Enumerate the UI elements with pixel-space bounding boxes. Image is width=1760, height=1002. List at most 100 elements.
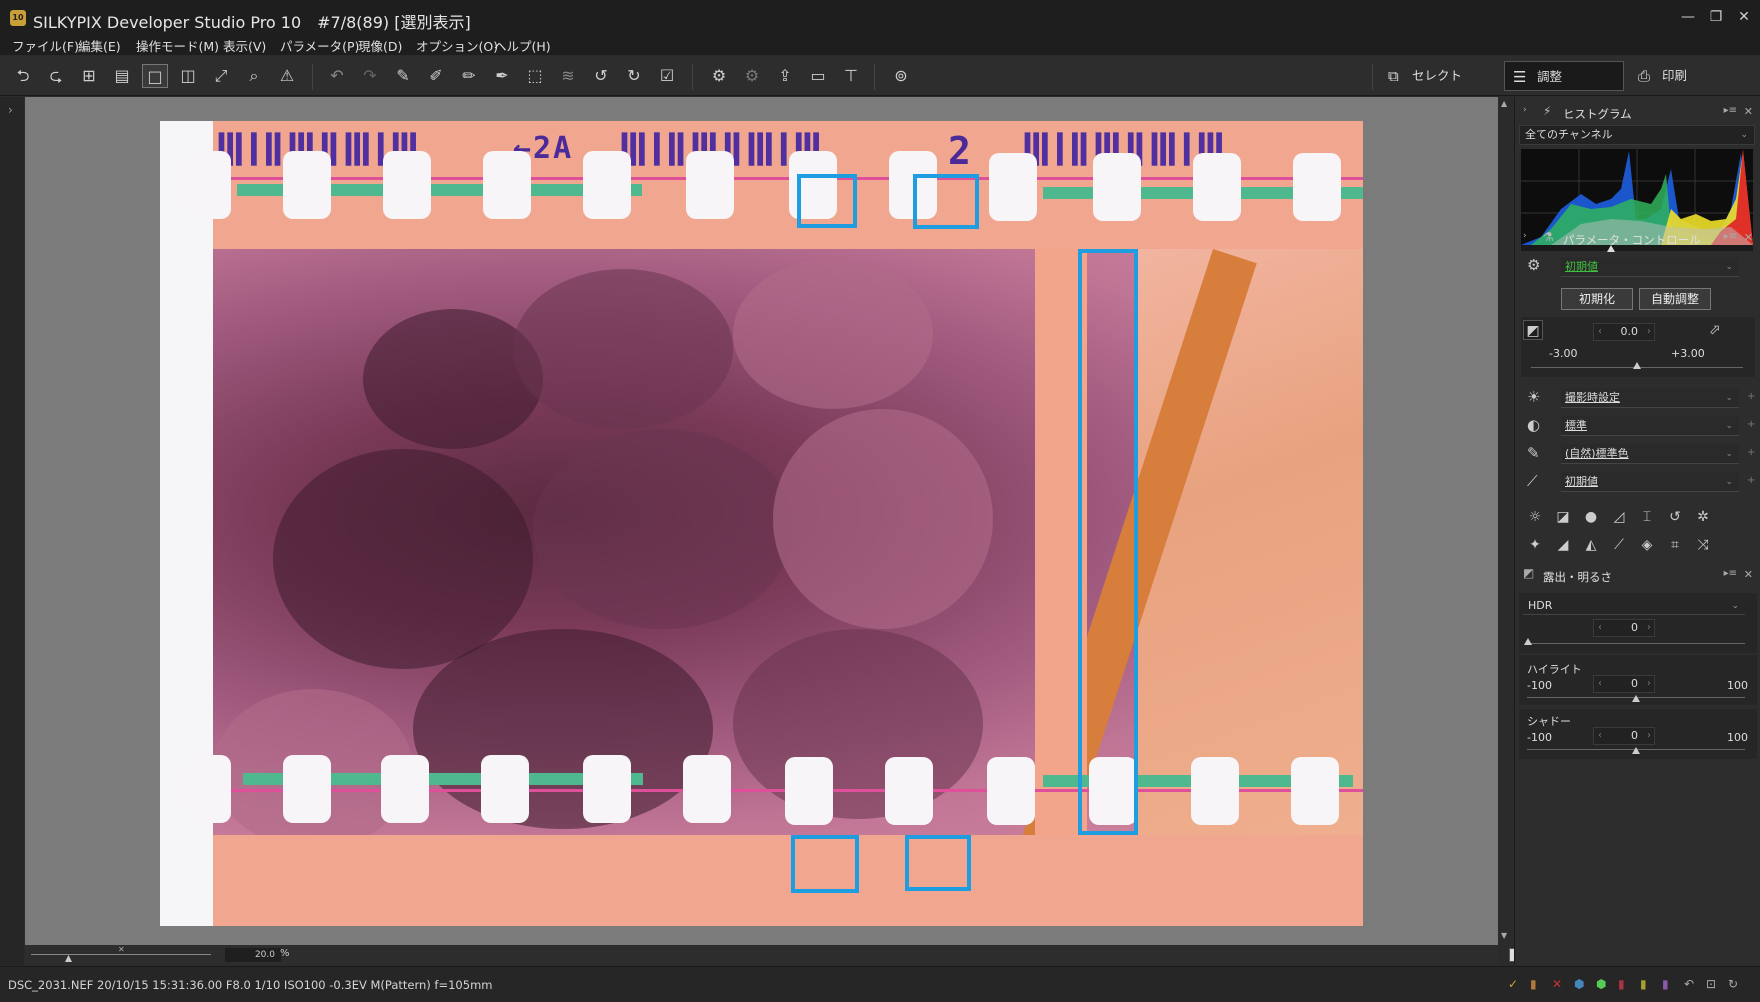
prev-image-icon[interactable]: ⮌: [10, 64, 36, 88]
scroll-down-icon[interactable]: ▼: [1501, 931, 1507, 940]
lens-tool-icon[interactable]: ↺: [1665, 507, 1685, 527]
brush-tool-icon[interactable]: ⟋: [1609, 535, 1629, 555]
panel-menu-icon[interactable]: ▸≡: [1724, 105, 1737, 116]
batch-icon[interactable]: ⚙: [706, 64, 732, 88]
panel-close-icon[interactable]: ✕: [1744, 231, 1753, 244]
exposure-panel-header[interactable]: ◩ 露出・明るさ ▸≡ ✕: [1515, 564, 1760, 586]
next-image-icon[interactable]: ⮎: [43, 64, 69, 88]
exposure-input[interactable]: ‹ 0.0 ›: [1593, 323, 1655, 341]
reset-button[interactable]: 初期化: [1561, 288, 1633, 310]
hdr-select[interactable]: HDR ⌄: [1523, 597, 1745, 615]
select-mode-button[interactable]: ⧉ セレクト: [1380, 61, 1484, 91]
add-icon[interactable]: +: [1747, 419, 1755, 430]
mark-icon[interactable]: ☑: [654, 64, 680, 88]
menu-help[interactable]: ヘルプ(H): [494, 36, 551, 55]
noise-tool-icon[interactable]: ⌶: [1637, 507, 1657, 527]
sharpness-tool-icon[interactable]: ◿: [1609, 507, 1629, 527]
zoom-input[interactable]: 20.0: [225, 948, 281, 962]
fullscreen-icon[interactable]: ▭: [805, 64, 831, 88]
menu-parameter[interactable]: パラメータ(P): [280, 36, 359, 55]
panel-menu-icon[interactable]: ▸≡: [1724, 231, 1737, 242]
red-label-icon[interactable]: ▮: [1618, 977, 1625, 991]
selection-box[interactable]: [791, 835, 859, 893]
rotate-icon[interactable]: ↶: [1684, 977, 1694, 991]
selection-box[interactable]: [905, 835, 971, 891]
layer-tool-icon[interactable]: ◈: [1637, 535, 1657, 555]
curve-tool-icon[interactable]: ◪: [1553, 507, 1573, 527]
selection-box[interactable]: [1078, 249, 1138, 835]
gradient-tool-icon[interactable]: ◢: [1553, 535, 1573, 555]
zoom-slider[interactable]: [31, 954, 211, 955]
zoom-slider-thumb[interactable]: [65, 955, 72, 962]
crop-icon[interactable]: ⬚: [522, 64, 548, 88]
auto-adjust-button[interactable]: 自動調整: [1639, 288, 1711, 310]
reject-icon[interactable]: ✕: [1552, 977, 1562, 991]
preset-select[interactable]: 初期値 ⌄: [1561, 257, 1739, 277]
tag-icon[interactable]: ▮: [1530, 977, 1537, 991]
export-icon[interactable]: ⇪: [772, 64, 798, 88]
adjust-mode-button[interactable]: ☰ 調整: [1504, 61, 1624, 91]
loupe-icon[interactable]: ⊚: [888, 64, 914, 88]
filmstrip-view-icon[interactable]: ▤: [109, 64, 135, 88]
brightness-tool-icon[interactable]: ☼: [1525, 507, 1545, 527]
redo-icon[interactable]: ↷: [357, 64, 383, 88]
print-mode-button[interactable]: ⎙ 印刷: [1630, 61, 1734, 91]
crop-tool-icon[interactable]: ⌗: [1665, 535, 1685, 555]
batch-settings-icon[interactable]: ⚙: [739, 64, 765, 88]
contrast-icon[interactable]: ◐: [1527, 416, 1540, 434]
tone-curve-select[interactable]: 初期値 ⌄: [1561, 472, 1739, 492]
settings-tool-icon[interactable]: ✲: [1693, 507, 1713, 527]
zoom-icon[interactable]: ⌕: [241, 64, 267, 88]
tone-select[interactable]: 標準 ⌄: [1561, 416, 1739, 436]
close-button[interactable]: ✕: [1728, 6, 1760, 28]
menu-view[interactable]: 表示(V): [223, 36, 266, 55]
white-balance-select[interactable]: 撮影時設定 ⌄: [1561, 388, 1739, 408]
sphere-tool-icon[interactable]: ●: [1581, 507, 1601, 527]
menu-options[interactable]: オプション(O): [416, 36, 498, 55]
thumbnail-view-icon[interactable]: ⊞: [76, 64, 102, 88]
panel-menu-icon[interactable]: ▸≡: [1724, 568, 1737, 579]
fish-tool-icon[interactable]: ◭: [1581, 535, 1601, 555]
expand-icon[interactable]: ›: [1523, 105, 1527, 115]
add-icon[interactable]: +: [1747, 447, 1755, 458]
expand-icon[interactable]: ›: [1523, 231, 1527, 241]
add-icon[interactable]: +: [1747, 391, 1755, 402]
selection-box[interactable]: [797, 174, 857, 228]
hdr-slider[interactable]: [1527, 643, 1745, 644]
single-view-icon[interactable]: □: [142, 64, 168, 88]
scroll-up-icon[interactable]: ▲: [1501, 99, 1507, 108]
rotate-right-icon[interactable]: ↻: [621, 64, 647, 88]
warning-icon[interactable]: ⚠: [274, 64, 300, 88]
exposure-icon[interactable]: ◩: [1523, 320, 1543, 340]
add-icon[interactable]: +: [1747, 475, 1755, 486]
histogram-header[interactable]: › ⚡ ヒストグラム ▸≡ ✕: [1515, 101, 1760, 123]
sun-icon[interactable]: ☀: [1527, 388, 1540, 406]
lock-icon[interactable]: ⊡: [1706, 977, 1716, 991]
green-label-icon[interactable]: ⬢: [1596, 977, 1606, 991]
layers-icon[interactable]: ≋: [555, 64, 581, 88]
tone-curve-icon[interactable]: ⟋: [1527, 472, 1538, 490]
rotate-left-icon[interactable]: ↺: [588, 64, 614, 88]
compare-view-icon[interactable]: ◫: [175, 64, 201, 88]
refresh-icon[interactable]: ↻: [1728, 977, 1738, 991]
hdr-input[interactable]: ‹ 0 ›: [1593, 619, 1655, 637]
undo-icon[interactable]: ↶: [324, 64, 350, 88]
stamp-icon[interactable]: ✏: [456, 64, 482, 88]
panel-close-icon[interactable]: ✕: [1744, 568, 1753, 581]
vertical-scrollbar[interactable]: ▲ ▼: [1498, 97, 1514, 945]
menu-mode[interactable]: 操作モード(M): [136, 36, 219, 55]
color-select[interactable]: (自然)標準色 ⌄: [1561, 444, 1739, 464]
exposure-auto-icon[interactable]: ⬀: [1705, 320, 1725, 340]
menu-file[interactable]: ファイル(F): [12, 36, 79, 55]
dust-tool-icon[interactable]: ✦: [1525, 535, 1545, 555]
highlight-input[interactable]: ‹ 0 ›: [1593, 675, 1655, 693]
tool-icon[interactable]: ⊤: [838, 64, 864, 88]
left-panel-toggle[interactable]: ›: [0, 97, 24, 965]
check-icon[interactable]: ✓: [1508, 977, 1518, 991]
copy-params-icon[interactable]: ✎: [390, 64, 416, 88]
histogram-channel-select[interactable]: 全てのチャンネル ⌄: [1519, 125, 1755, 145]
purple-label-icon[interactable]: ▮: [1662, 977, 1669, 991]
shadow-input[interactable]: ‹ 0 ›: [1593, 727, 1655, 745]
panel-close-icon[interactable]: ✕: [1744, 105, 1753, 118]
menu-develop[interactable]: 現像(D): [358, 36, 402, 55]
